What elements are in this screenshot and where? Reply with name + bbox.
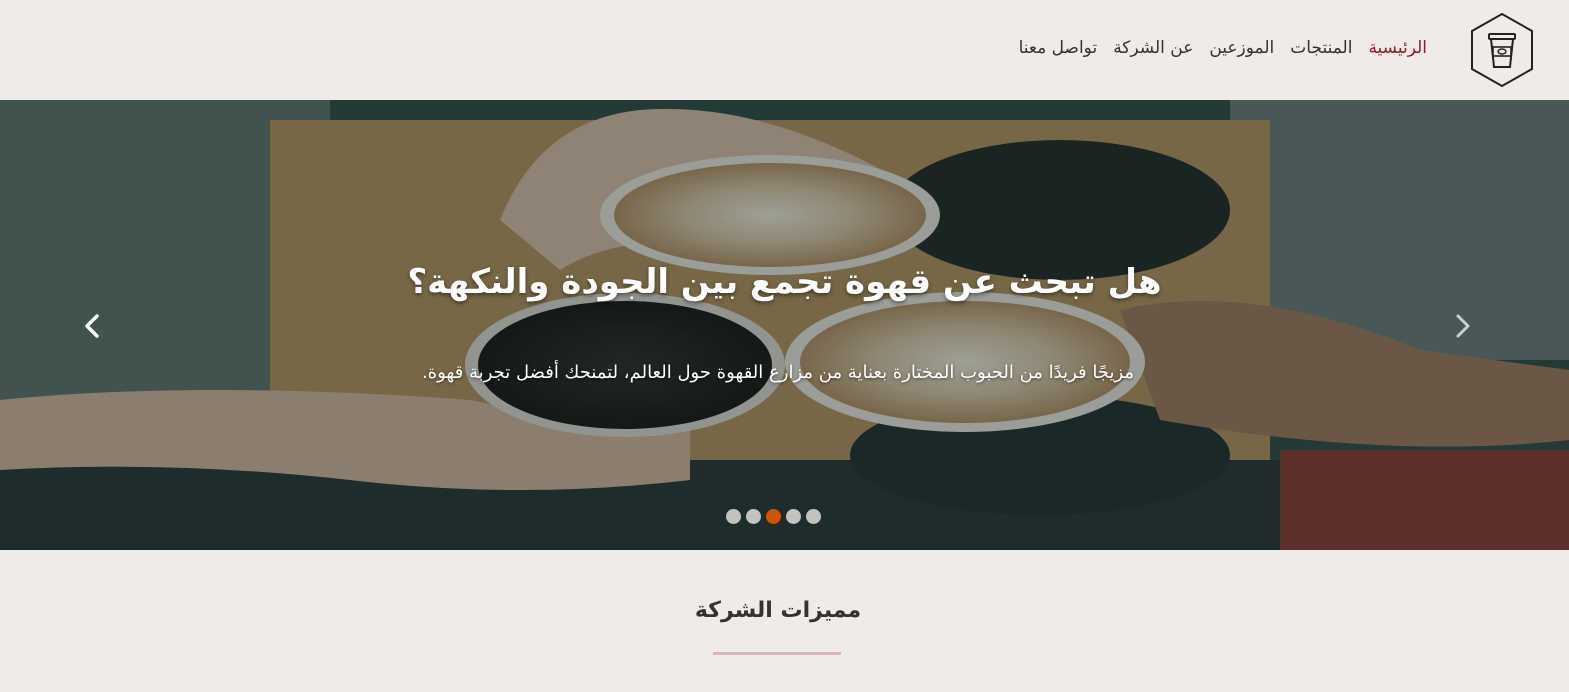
main-nav: الرئيسية المنتجات الموزعين عن الشركة توا… bbox=[1019, 38, 1427, 58]
carousel-dot[interactable] bbox=[746, 509, 761, 524]
carousel-dot[interactable] bbox=[786, 509, 801, 524]
carousel-indicators bbox=[726, 509, 821, 524]
hero-title: هل تبحث عن قهوة تجمع بين الجودة والنكهة؟ bbox=[407, 262, 1162, 302]
logo[interactable] bbox=[1469, 12, 1535, 88]
nav-home[interactable]: الرئيسية bbox=[1368, 38, 1427, 58]
carousel-dot[interactable] bbox=[806, 509, 821, 524]
carousel-dot[interactable] bbox=[726, 509, 741, 524]
hero-subtitle: مزيجًا فريدًا من الحبوب المختارة بعناية … bbox=[421, 362, 1135, 383]
carousel-dot-active[interactable] bbox=[766, 509, 781, 524]
hero-overlay bbox=[0, 100, 1569, 550]
coffee-cup-hexagon-icon bbox=[1471, 12, 1533, 88]
section-divider bbox=[713, 652, 841, 655]
features-section-title: مميزات الشركة bbox=[694, 598, 862, 623]
nav-products[interactable]: المنتجات bbox=[1290, 38, 1352, 58]
site-header: الرئيسية المنتجات الموزعين عن الشركة توا… bbox=[0, 0, 1569, 100]
carousel-next-button[interactable] bbox=[1447, 306, 1477, 346]
chevron-left-icon bbox=[85, 314, 99, 338]
carousel-prev-button[interactable] bbox=[78, 306, 108, 346]
hero-carousel: هل تبحث عن قهوة تجمع بين الجودة والنكهة؟… bbox=[0, 100, 1569, 550]
page: الرئيسية المنتجات الموزعين عن الشركة توا… bbox=[0, 0, 1569, 692]
nav-contact[interactable]: تواصل معنا bbox=[1019, 38, 1098, 58]
chevron-right-icon bbox=[1456, 314, 1470, 338]
nav-distributors[interactable]: الموزعين bbox=[1209, 38, 1274, 58]
nav-about[interactable]: عن الشركة bbox=[1113, 38, 1193, 58]
